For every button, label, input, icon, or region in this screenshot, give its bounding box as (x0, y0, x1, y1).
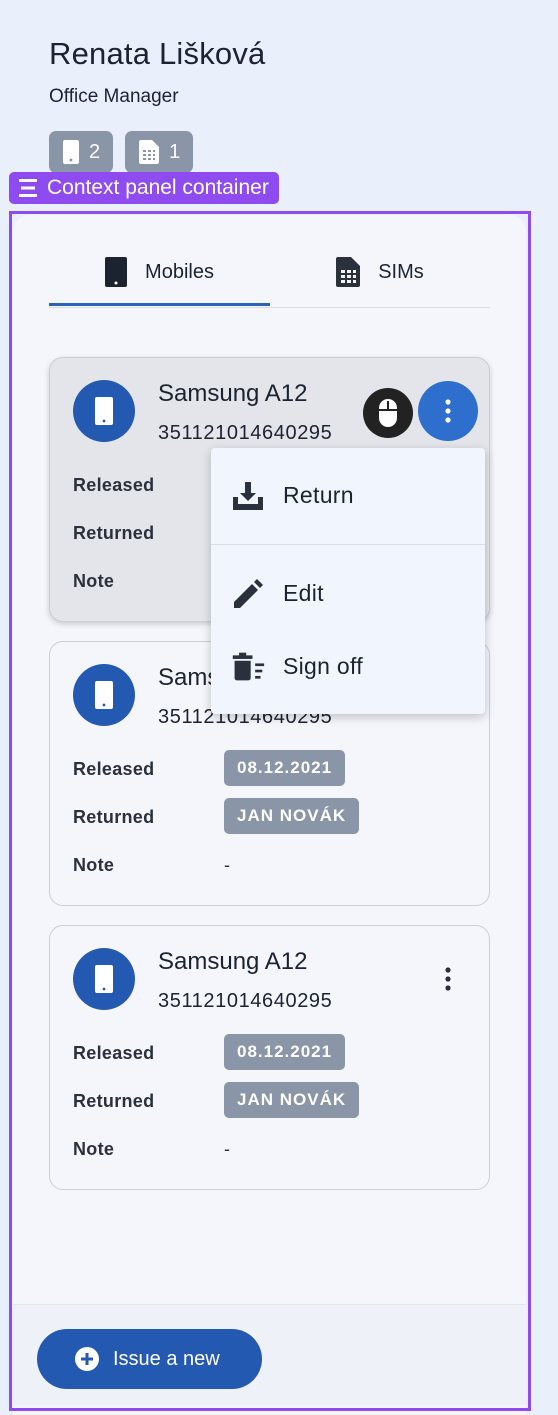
more-actions-button[interactable] (418, 381, 478, 441)
issue-new-button[interactable]: Issue a new (37, 1329, 262, 1389)
tab-label: Mobiles (145, 260, 214, 283)
delete-sweep-icon (231, 650, 265, 684)
device-title: Samsung A12 (158, 948, 308, 975)
tab-bar: Mobiles SIMs (49, 240, 490, 308)
released-label: Released (73, 1043, 155, 1063)
device-card[interactable]: Samsung A12 351121014640295 Released 08.… (49, 925, 490, 1190)
pencil-icon (231, 577, 265, 611)
mobile-count-badge: 2 (49, 131, 114, 173)
list-icon (19, 179, 37, 197)
device-avatar (73, 380, 135, 442)
menu-item-label: Edit (283, 579, 324, 606)
context-panel-label-text: Context panel container (47, 176, 269, 199)
context-panel-label: Context panel container (9, 172, 279, 204)
mobile-count: 2 (89, 140, 101, 163)
sim-card-icon (336, 257, 361, 287)
returned-label: Returned (73, 523, 155, 543)
menu-item-sign-off[interactable]: Sign off (211, 636, 485, 696)
returned-by-tag: JAN NOVÁK (224, 1082, 360, 1118)
mobile-icon (63, 140, 79, 164)
returned-by-tag: JAN NOVÁK (224, 798, 360, 834)
device-counts: 2 1 (49, 131, 194, 173)
menu-item-label: Return (283, 481, 354, 508)
download-tray-icon (231, 479, 265, 513)
device-imei: 351121014640295 (158, 422, 333, 444)
mouse-cursor-indicator (363, 388, 413, 438)
released-date-tag: 08.12.2021 (224, 750, 346, 786)
released-label: Released (73, 475, 155, 495)
menu-item-return[interactable]: Return (211, 465, 485, 525)
device-avatar (73, 948, 135, 1010)
tab-label: SIMs (378, 260, 424, 283)
menu-divider (211, 544, 485, 545)
mobile-icon (95, 681, 113, 709)
person-role: Office Manager (49, 86, 179, 107)
menu-item-label: Sign off (283, 652, 363, 679)
sim-count-badge: 1 (125, 131, 194, 173)
note-label: Note (73, 571, 115, 591)
tab-sims[interactable]: SIMs (270, 240, 490, 304)
note-label: Note (73, 1139, 115, 1159)
more-vertical-icon (445, 967, 451, 991)
person-name: Renata Lišková (49, 36, 266, 71)
note-value: - (224, 1139, 230, 1159)
returned-label: Returned (73, 1091, 155, 1111)
device-title: Samsung A12 (158, 380, 308, 407)
device-avatar (73, 664, 135, 726)
more-actions-button[interactable] (418, 949, 478, 1009)
actions-menu: Return Edit Sign off (211, 448, 485, 714)
note-label: Note (73, 855, 115, 875)
sim-card-icon (139, 140, 160, 164)
issue-new-label: Issue a new (113, 1347, 220, 1370)
add-circle-icon (75, 1347, 99, 1371)
released-date-tag: 08.12.2021 (224, 1034, 346, 1070)
mobile-icon (105, 257, 128, 287)
active-tab-indicator (49, 303, 270, 306)
tab-mobiles[interactable]: Mobiles (49, 240, 270, 304)
menu-item-edit[interactable]: Edit (211, 563, 485, 623)
mobile-icon (95, 965, 113, 993)
mobile-icon (95, 397, 113, 425)
note-value: - (224, 855, 230, 875)
device-imei: 351121014640295 (158, 990, 333, 1012)
more-vertical-icon (445, 399, 451, 423)
released-label: Released (73, 759, 155, 779)
returned-label: Returned (73, 807, 155, 827)
mouse-icon (379, 399, 397, 427)
sim-count: 1 (169, 140, 181, 163)
